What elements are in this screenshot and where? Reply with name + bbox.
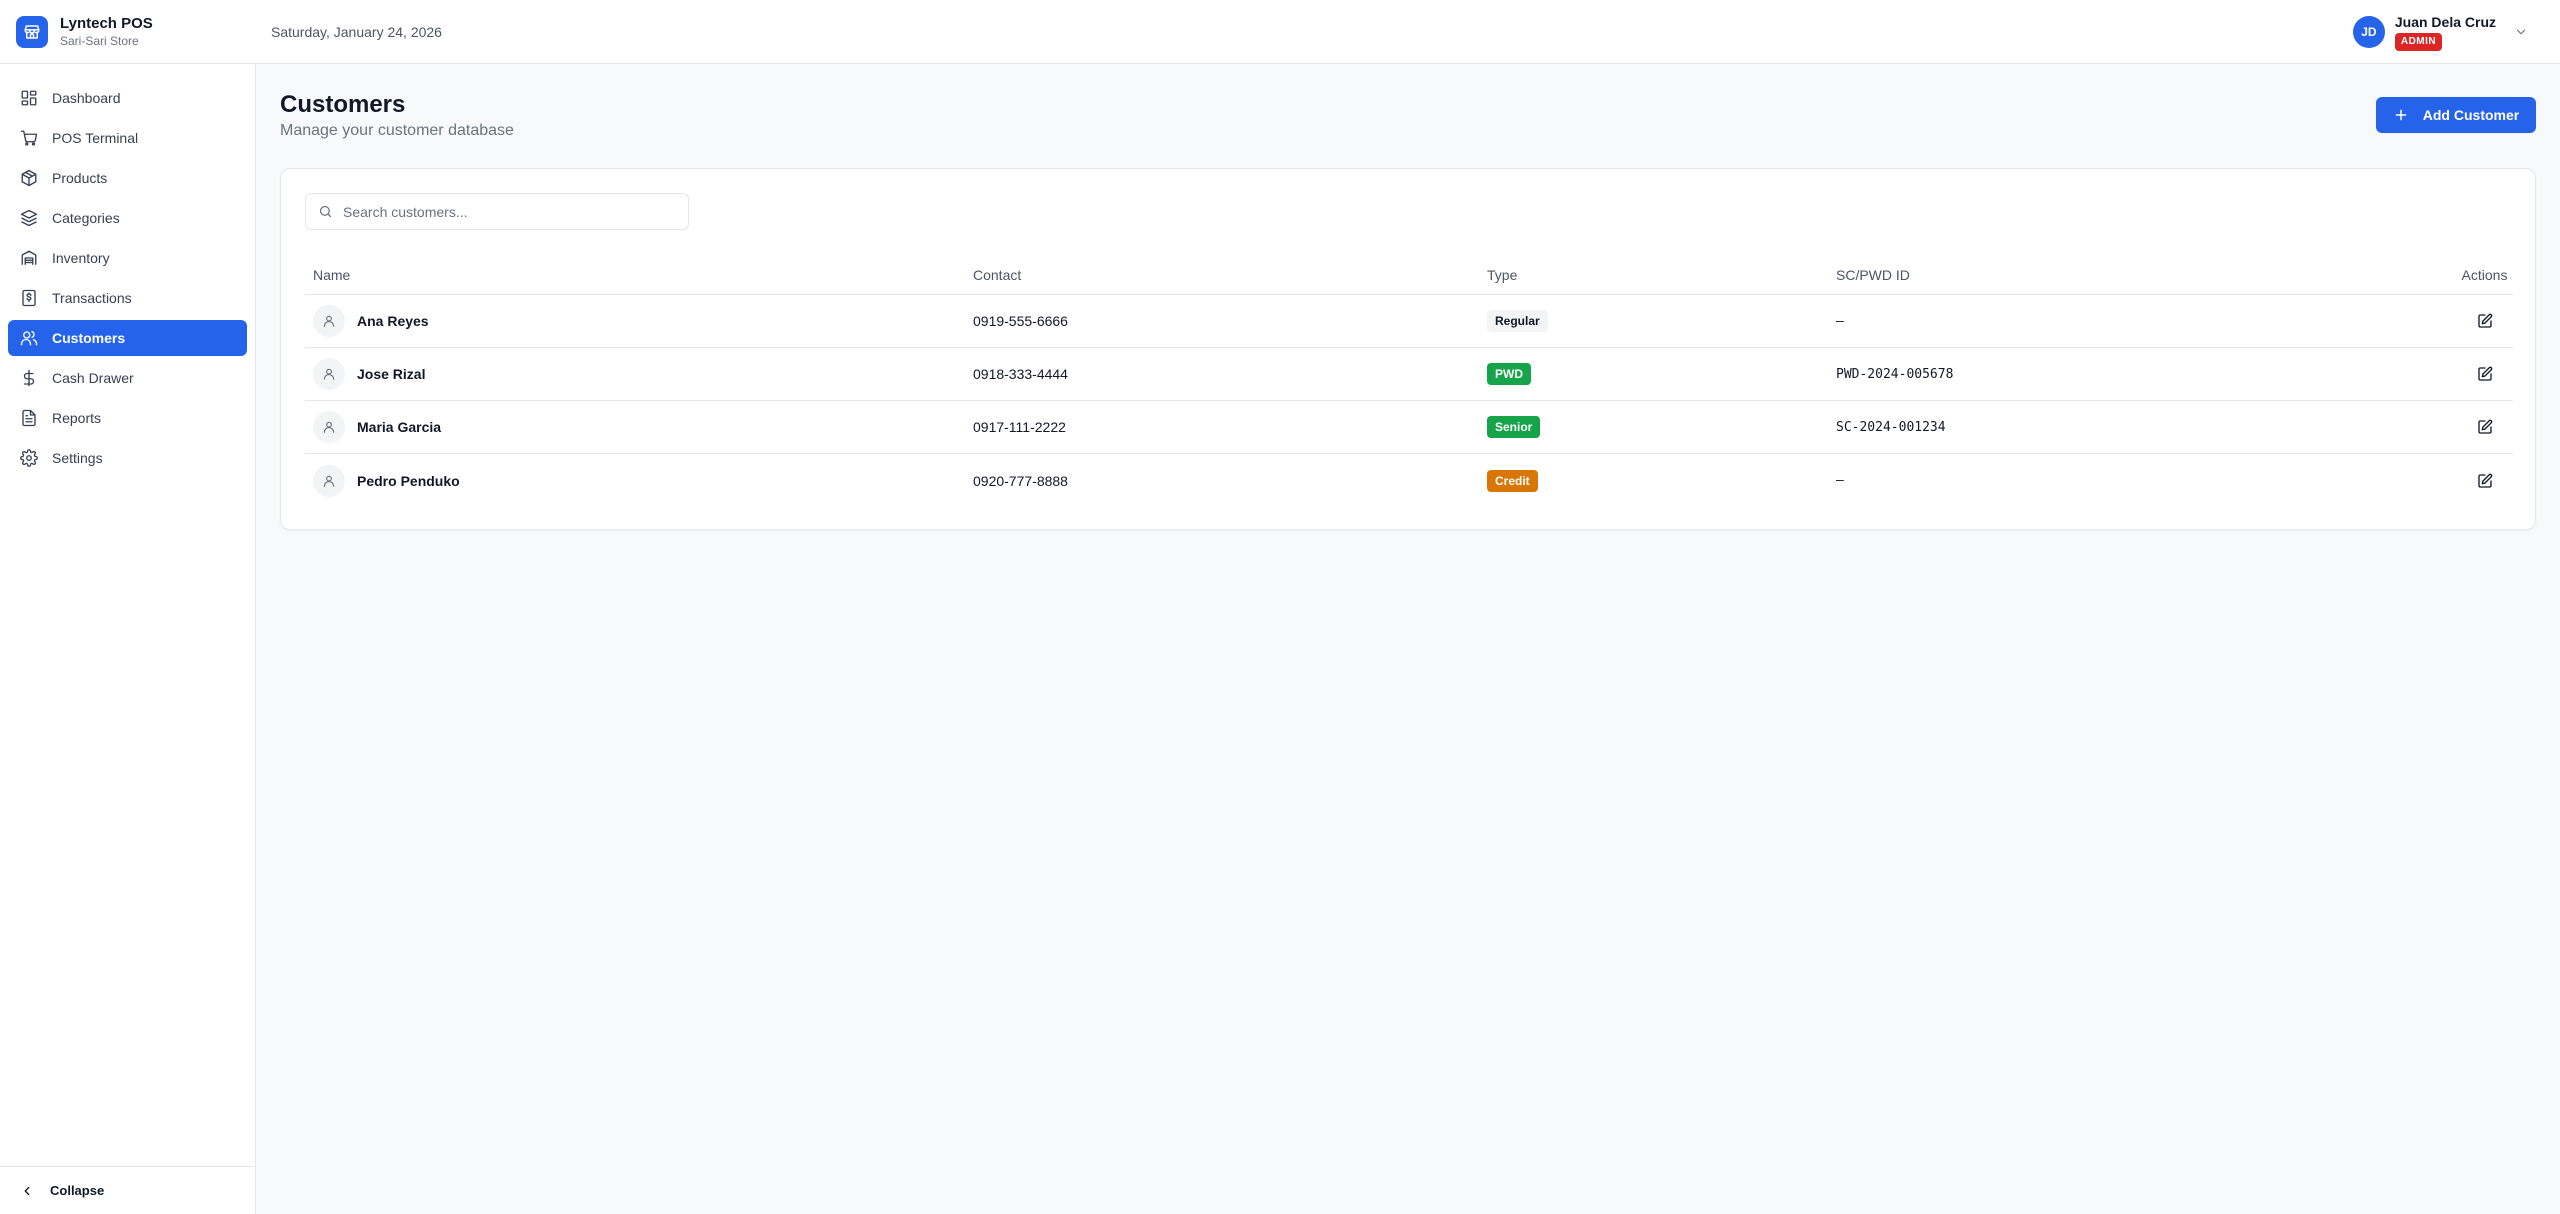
type-badge: Senior: [1487, 416, 1541, 438]
avatar: JD: [2352, 16, 2385, 48]
customer-contact: 0918-333-4444: [973, 366, 1068, 382]
sidebar-item-label: Settings: [52, 450, 103, 466]
sidebar-item-label: Products: [52, 170, 108, 186]
sidebar-item-label: Customers: [52, 330, 126, 346]
layers-icon: [20, 209, 38, 227]
type-badge: PWD: [1487, 363, 1531, 385]
sidebar-item-inventory[interactable]: Inventory: [8, 240, 247, 276]
add-customer-button[interactable]: Add Customer: [2376, 97, 2536, 133]
user-icon: [313, 411, 345, 443]
plus-icon: [2395, 109, 2407, 121]
app-name: Lyntech POS: [60, 14, 153, 32]
search-box[interactable]: [305, 193, 689, 230]
search-input[interactable]: [343, 203, 673, 220]
dashboard-icon: [21, 90, 37, 106]
customer-name: Jose Rizal: [357, 366, 426, 382]
table-row[interactable]: Ana Reyes 0919-555-6666 Regular –: [305, 295, 2513, 348]
report-icon: [22, 409, 36, 427]
warehouse-icon: [21, 250, 37, 265]
user-icon: [313, 358, 345, 390]
receipt-icon: [22, 289, 36, 307]
sidebar-item-reports[interactable]: Reports: [8, 400, 247, 436]
user-icon: [313, 464, 345, 497]
sidebar-item-settings[interactable]: Settings: [8, 440, 247, 476]
sidebar-item-label: Reports: [52, 410, 102, 426]
edit-button[interactable]: [2471, 360, 2499, 388]
store-name: Sari-Sari Store: [60, 33, 139, 48]
user-menu[interactable]: JD Juan Dela Cruz ADMIN: [2352, 12, 2528, 52]
customer-contact: 0917-111-2222: [973, 419, 1066, 435]
sidebar-nav: Dashboard POS Terminal Products Categori…: [0, 64, 255, 480]
users-icon: [20, 330, 38, 346]
customer-contact: 0920-777-8888: [973, 472, 1068, 489]
cart-icon: [20, 130, 38, 146]
header-id[interactable]: SC/PWD ID: [1836, 267, 2456, 283]
sidebar-item-dashboard[interactable]: Dashboard: [8, 80, 247, 116]
page-header: Customers Manage your customer database …: [280, 64, 2536, 168]
collapse-button[interactable]: Collapse: [0, 1166, 255, 1214]
chevron-down-icon: [2516, 29, 2526, 35]
table-row[interactable]: Jose Rizal 0918-333-4444 PWD PWD-2024-00…: [305, 348, 2513, 401]
edit-button[interactable]: [2471, 307, 2499, 335]
edit-button[interactable]: [2471, 413, 2499, 441]
sidebar-item-label: Dashboard: [52, 90, 121, 106]
sidebar-item-label: Transactions: [52, 290, 132, 306]
sidebar-item-customers[interactable]: Customers: [8, 320, 247, 356]
customer-name: Pedro Penduko: [357, 472, 460, 489]
sidebar: Dashboard POS Terminal Products Categori…: [0, 64, 256, 1214]
current-date: Saturday, January 24, 2026: [271, 23, 442, 40]
customer-id: SC-2024-001234: [1836, 419, 1946, 435]
edit-icon: [2477, 473, 2492, 488]
customer-name: Ana Reyes: [357, 313, 429, 329]
edit-icon: [2477, 366, 2492, 381]
sidebar-item-label: Cash Drawer: [52, 370, 134, 386]
table-header: Name Contact Type SC/PWD ID Actions: [305, 255, 2513, 295]
user-icon: [313, 305, 345, 337]
top-header: Lyntech POS Sari-Sari Store Saturday, Ja…: [0, 0, 2560, 64]
customers-table: Name Contact Type SC/PWD ID Actions Ana …: [305, 255, 2513, 507]
gear-icon: [20, 449, 38, 467]
role-badge: ADMIN: [2394, 32, 2443, 51]
type-badge: Regular: [1487, 310, 1548, 332]
sidebar-item-pos-terminal[interactable]: POS Terminal: [8, 120, 247, 156]
page-subtitle: Manage your customer database: [280, 122, 514, 139]
store-icon: [16, 15, 48, 48]
sidebar-item-products[interactable]: Products: [8, 160, 247, 196]
brand[interactable]: Lyntech POS Sari-Sari Store: [0, 0, 256, 64]
edit-icon: [2477, 419, 2492, 434]
sidebar-item-label: POS Terminal: [52, 130, 139, 146]
chevron-left-icon: [24, 1186, 30, 1195]
edit-icon: [2477, 313, 2492, 328]
header-actions: Actions: [2461, 266, 2508, 283]
edit-button[interactable]: [2471, 467, 2499, 495]
user-name: Juan Dela Cruz: [2394, 13, 2496, 30]
table-row[interactable]: Maria Garcia 0917-111-2222 Senior SC-202…: [305, 401, 2513, 454]
header-type[interactable]: Type: [1487, 267, 1836, 283]
sidebar-item-cash-drawer[interactable]: Cash Drawer: [8, 360, 247, 396]
customer-contact: 0919-555-6666: [973, 313, 1068, 329]
customer-name: Maria Garcia: [357, 419, 442, 435]
main-content: Customers Manage your customer database …: [280, 64, 2536, 530]
customer-id: –: [1836, 473, 1844, 488]
sidebar-item-categories[interactable]: Categories: [8, 200, 247, 236]
header-name[interactable]: Name: [305, 267, 973, 283]
add-customer-label: Add Customer: [2422, 107, 2520, 123]
customer-id: PWD-2024-005678: [1836, 366, 1954, 382]
collapse-label: Collapse: [50, 1183, 105, 1198]
sidebar-item-label: Categories: [52, 210, 120, 226]
dollar-icon: [23, 369, 35, 387]
table-row[interactable]: Pedro Penduko 0920-777-8888 Credit –: [305, 454, 2513, 507]
customer-id: –: [1836, 313, 1844, 329]
search-icon: [319, 205, 332, 218]
sidebar-item-label: Inventory: [52, 250, 110, 266]
package-icon: [21, 169, 37, 187]
page-title: Customers: [280, 91, 406, 118]
header-contact[interactable]: Contact: [973, 267, 1487, 283]
customers-card: Name Contact Type SC/PWD ID Actions Ana …: [280, 168, 2536, 530]
type-badge: Credit: [1487, 469, 1538, 492]
sidebar-item-transactions[interactable]: Transactions: [8, 280, 247, 316]
